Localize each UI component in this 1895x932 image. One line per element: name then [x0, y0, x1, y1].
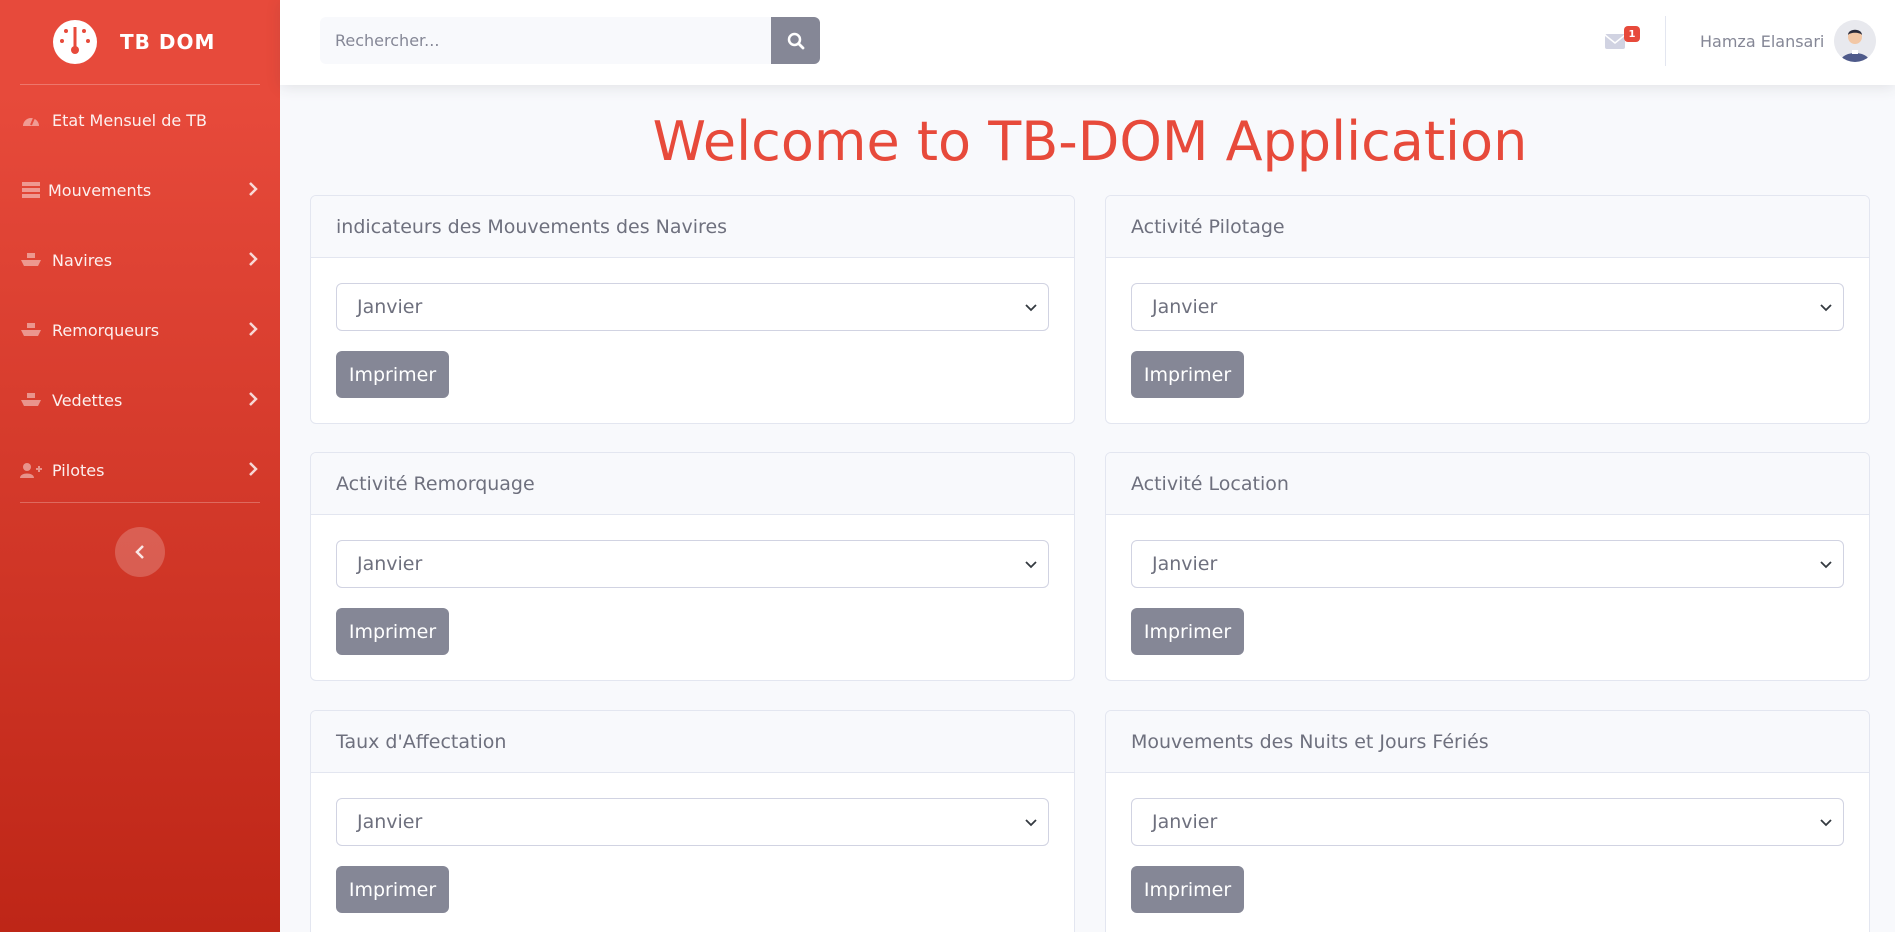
report-card: Activité Location Janvier Imprimer	[1105, 452, 1870, 681]
sidebar-item-label: Navires	[52, 250, 113, 270]
card-title: Activité Remorquage	[311, 453, 1074, 515]
search-form	[320, 17, 860, 64]
avatar	[1834, 20, 1877, 62]
month-select-value: Janvier	[1152, 811, 1218, 833]
report-card: Activité Remorquage Janvier Imprimer	[310, 452, 1075, 681]
chevron-down-icon	[1025, 561, 1037, 569]
ship-icon	[20, 321, 42, 339]
chevron-down-icon	[1820, 304, 1832, 312]
brand-link[interactable]: TB DOM	[0, 0, 280, 84]
chevron-right-icon	[248, 251, 258, 270]
sidebar-item-etat-mensuel[interactable]: Etat Mensuel de TB	[0, 85, 280, 155]
card-title: Activité Location	[1106, 453, 1869, 515]
print-button[interactable]: Imprimer	[336, 351, 449, 398]
month-select[interactable]: Janvier	[1131, 540, 1844, 588]
print-button[interactable]: Imprimer	[336, 866, 449, 913]
month-select-value: Janvier	[357, 811, 423, 833]
sidebar-divider	[20, 502, 260, 503]
chevron-down-icon	[1820, 561, 1832, 569]
sidebar-item-label: Etat Mensuel de TB	[52, 110, 208, 130]
report-card: Taux d'Affectation Janvier Imprimer	[310, 710, 1075, 932]
messages-count-badge: 1	[1624, 26, 1640, 42]
month-select-value: Janvier	[357, 296, 423, 318]
sidebar-item-label: Vedettes	[52, 390, 123, 410]
sidebar-item-pilotes[interactable]: Pilotes	[0, 435, 280, 505]
table-icon	[20, 181, 42, 199]
sidebar-item-vedettes[interactable]: Vedettes	[0, 365, 280, 435]
brand-name: TB DOM	[120, 30, 216, 54]
page-title: Welcome to TB-DOM Application	[652, 110, 1528, 173]
print-button[interactable]: Imprimer	[1131, 866, 1244, 913]
month-select[interactable]: Janvier	[336, 283, 1049, 331]
sidebar-item-navires[interactable]: Navires	[0, 225, 280, 295]
chevron-right-icon	[248, 461, 258, 480]
sidebar-item-label: Remorqueurs	[52, 320, 160, 340]
chevron-down-icon	[1820, 819, 1832, 827]
sidebar-item-label: Pilotes	[52, 460, 105, 480]
topbar: 1 Hamza Elansari	[280, 0, 1895, 85]
chevron-down-icon	[1025, 304, 1037, 312]
dashboard-logo-icon	[53, 20, 97, 64]
chevron-left-icon	[135, 545, 144, 559]
print-button[interactable]: Imprimer	[1131, 351, 1244, 398]
card-title: Taux d'Affectation	[311, 711, 1074, 773]
month-select[interactable]: Janvier	[1131, 283, 1844, 331]
month-select[interactable]: Janvier	[1131, 798, 1844, 846]
ship-icon	[20, 251, 42, 269]
chevron-right-icon	[248, 391, 258, 410]
report-card: indicateurs des Mouvements des Navires J…	[310, 195, 1075, 424]
month-select[interactable]: Janvier	[336, 540, 1049, 588]
card-title: Activité Pilotage	[1106, 196, 1869, 258]
month-select-value: Janvier	[1152, 553, 1218, 575]
month-select-value: Janvier	[1152, 296, 1218, 318]
report-card: Activité Pilotage Janvier Imprimer	[1105, 195, 1870, 424]
report-card: Mouvements des Nuits et Jours Fériés Jan…	[1105, 710, 1870, 932]
month-select[interactable]: Janvier	[336, 798, 1049, 846]
chevron-right-icon	[248, 181, 258, 200]
sidebar-item-mouvements[interactable]: Mouvements	[0, 155, 280, 225]
sidebar-item-label: Mouvements	[48, 180, 152, 200]
user-plus-icon	[20, 461, 42, 479]
card-title: Mouvements des Nuits et Jours Fériés	[1106, 711, 1869, 773]
tachometer-icon	[20, 111, 42, 129]
month-select-value: Janvier	[357, 553, 423, 575]
sidebar: TB DOM Etat Mensuel de TB Mouvements Nav…	[0, 0, 280, 932]
user-dropdown[interactable]: Hamza Elansari	[1700, 20, 1877, 62]
topbar-divider	[1665, 16, 1666, 66]
chevron-down-icon	[1025, 819, 1037, 827]
search-button[interactable]	[771, 17, 820, 64]
ship-icon	[20, 391, 42, 409]
sidebar-item-remorqueurs[interactable]: Remorqueurs	[0, 295, 280, 365]
print-button[interactable]: Imprimer	[1131, 608, 1244, 655]
search-icon	[787, 32, 804, 49]
card-title: indicateurs des Mouvements des Navires	[311, 196, 1074, 258]
sidebar-toggle-button[interactable]	[115, 527, 165, 577]
search-input[interactable]	[320, 17, 771, 64]
user-name: Hamza Elansari	[1700, 31, 1825, 51]
print-button[interactable]: Imprimer	[336, 608, 449, 655]
chevron-right-icon	[248, 321, 258, 340]
